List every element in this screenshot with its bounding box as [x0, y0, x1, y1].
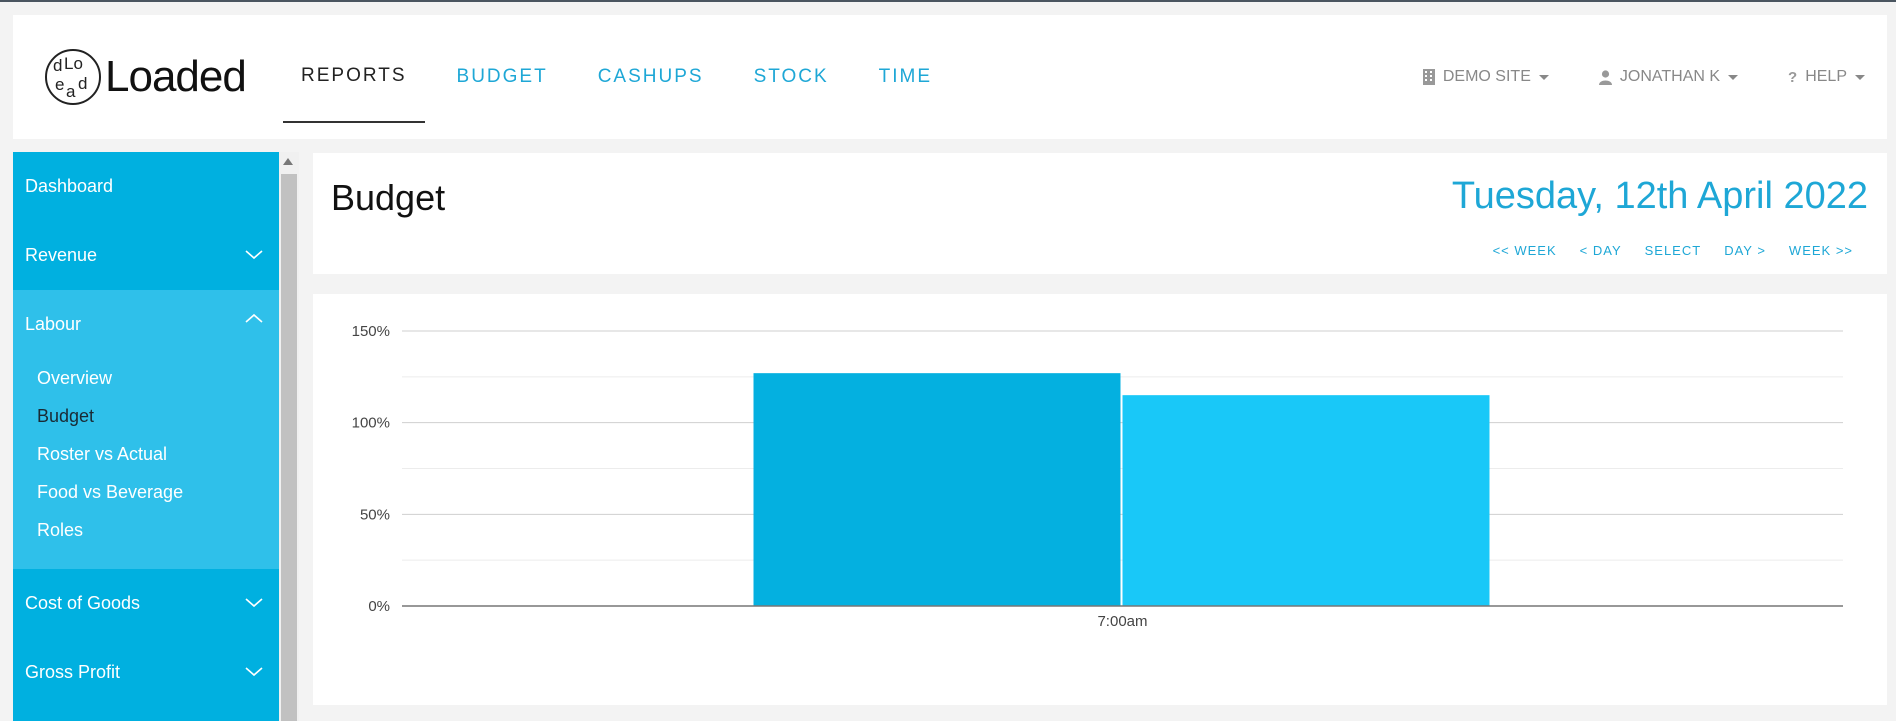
- help-label: HELP: [1805, 68, 1847, 85]
- budget-chart-panel: 0% 50% 100% 150% 7:00am: [313, 294, 1887, 705]
- x-tick-label: 7:00am: [1097, 613, 1147, 630]
- chevron-down-icon: [1728, 74, 1739, 80]
- window-top-border: [0, 0, 1896, 2]
- sidebar-subitem-roster-vs-actual[interactable]: Roster vs Actual: [13, 435, 279, 473]
- sidebar-item-cost-of-goods[interactable]: Cost of Goods: [13, 569, 279, 638]
- user-label: JONATHAN K: [1619, 68, 1721, 85]
- current-date: Tuesday, 12th April 2022: [1451, 175, 1868, 217]
- y-tick-label: 50%: [360, 506, 390, 523]
- site-label: DEMO SITE: [1442, 68, 1531, 85]
- chart-bar: [753, 373, 1121, 606]
- y-tick-label: 0%: [368, 598, 390, 615]
- page-title: Budget: [331, 177, 446, 218]
- nav-cashups[interactable]: CASHUPS: [580, 15, 722, 139]
- sidebar-item-label: Revenue: [25, 245, 98, 265]
- user-menu: DEMO SITE JONATHAN K ? HELP: [1422, 15, 1887, 139]
- sidebar-item-labour[interactable]: Labour: [13, 290, 279, 359]
- next-day-link[interactable]: DAY >: [1724, 243, 1766, 258]
- next-week-link[interactable]: WEEK >>: [1789, 243, 1853, 258]
- scrollbar-thumb[interactable]: [281, 174, 297, 721]
- sidebar-item-dashboard[interactable]: Dashboard: [13, 152, 279, 221]
- help-dropdown[interactable]: ? HELP: [1788, 68, 1865, 86]
- y-tick-label: 100%: [352, 415, 390, 432]
- chevron-down-icon: [245, 250, 263, 260]
- main-nav: REPORTS BUDGET CASHUPS STOCK TIME: [283, 15, 964, 139]
- prev-week-link[interactable]: << WEEK: [1493, 243, 1557, 258]
- chart-bar: [1122, 395, 1490, 606]
- user-icon: [1598, 69, 1612, 85]
- sidebar-subitem-food-vs-beverage[interactable]: Food vs Beverage: [13, 473, 279, 511]
- sidebar-subitem-budget[interactable]: Budget: [13, 397, 279, 435]
- site-selector[interactable]: DEMO SITE: [1422, 68, 1549, 86]
- chevron-down-icon: [245, 598, 263, 608]
- logo-text: Loaded: [105, 52, 247, 101]
- user-dropdown[interactable]: JONATHAN K: [1598, 68, 1739, 86]
- sidebar-item-label: Dashboard: [25, 176, 114, 196]
- labour-submenu: Overview Budget Roster vs Actual Food vs…: [13, 359, 279, 569]
- sidebar-subitem-overview[interactable]: Overview: [13, 359, 279, 397]
- sidebar-item-revenue[interactable]: Revenue: [13, 221, 279, 290]
- building-icon: [1422, 69, 1435, 85]
- y-tick-label: 150%: [352, 323, 390, 340]
- nav-budget[interactable]: BUDGET: [439, 15, 566, 139]
- budget-chart: 0% 50% 100% 150% 7:00am: [352, 323, 1843, 630]
- chevron-down-icon: [1538, 74, 1549, 80]
- sidebar: Dashboard Revenue Labour Overview Budget…: [13, 152, 279, 721]
- date-navigation: << WEEK < DAY SELECT DAY > WEEK >>: [1470, 243, 1853, 258]
- sidebar-group-labour: Labour Overview Budget Roster vs Actual …: [13, 290, 279, 569]
- chevron-down-icon: [1855, 74, 1865, 80]
- top-header: d Lo e a d Loaded REPORTS BUDGET CASHUPS…: [13, 15, 1887, 139]
- sidebar-item-label: Gross Profit: [25, 662, 121, 682]
- select-date-link[interactable]: SELECT: [1645, 243, 1702, 258]
- chevron-up-icon: [245, 313, 263, 323]
- page-header-panel: Budget Tuesday, 12th April 2022 << WEEK …: [313, 153, 1887, 274]
- sidebar-item-gross-profit[interactable]: Gross Profit: [13, 638, 279, 707]
- chevron-down-icon: [245, 667, 263, 677]
- sidebar-item-label: Labour: [25, 314, 82, 334]
- sidebar-subitem-roles[interactable]: Roles: [13, 511, 279, 549]
- nav-reports[interactable]: REPORTS: [283, 31, 425, 123]
- question-icon: ?: [1788, 68, 1798, 86]
- loaded-logo[interactable]: d Lo e a d Loaded: [45, 49, 247, 105]
- nav-stock[interactable]: STOCK: [736, 15, 847, 139]
- prev-day-link[interactable]: < DAY: [1580, 243, 1622, 258]
- sidebar-scrollbar[interactable]: [279, 152, 299, 721]
- sidebar-item-label: Cost of Goods: [25, 593, 141, 613]
- scroll-up-arrow-icon[interactable]: [283, 158, 293, 165]
- nav-time[interactable]: TIME: [861, 15, 950, 139]
- logo-mark-icon: d Lo e a d: [45, 49, 101, 105]
